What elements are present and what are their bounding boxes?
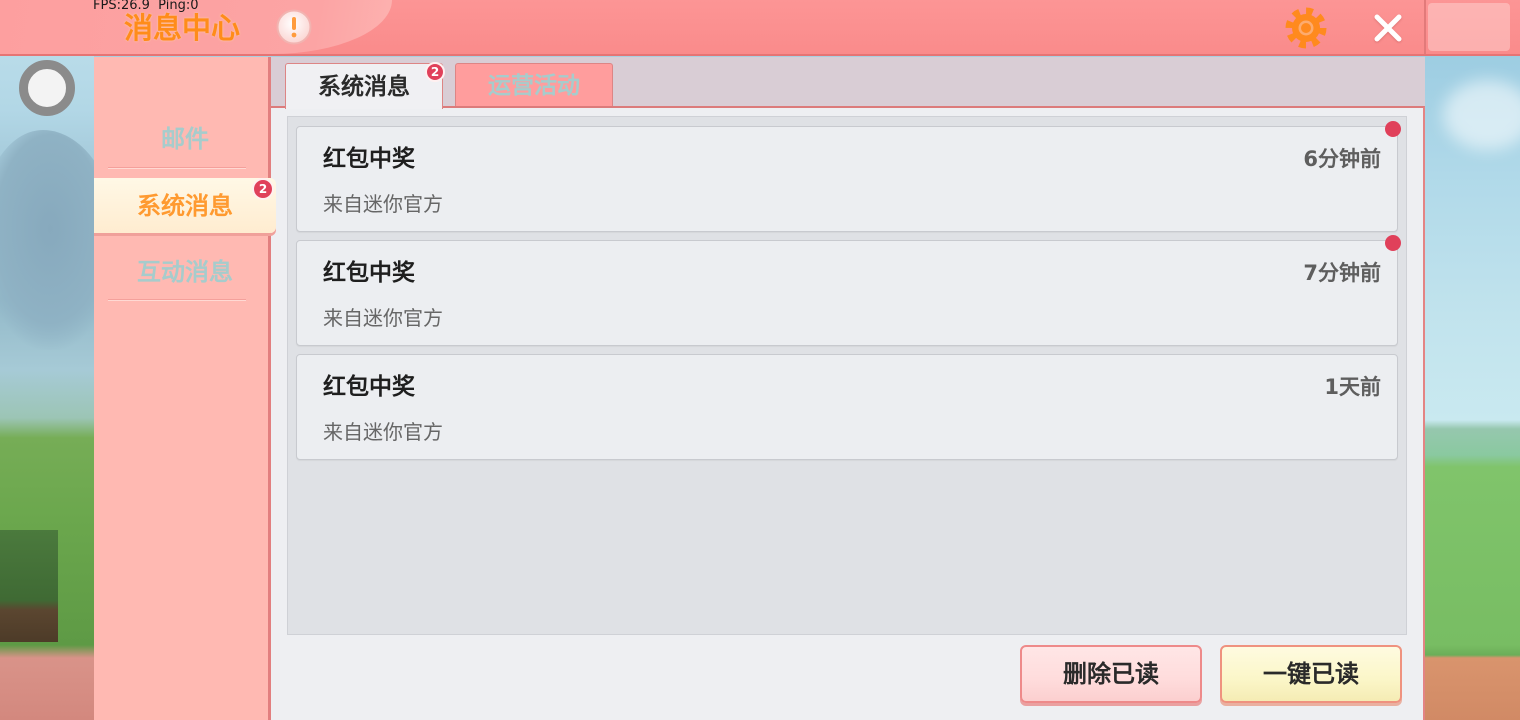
tab-label: 系统消息 bbox=[318, 73, 410, 100]
background-trees bbox=[0, 130, 94, 350]
content-area: 红包中奖 6分钟前 来自迷你官方 红包中奖 7分钟前 来自迷你官方 红包中奖 1… bbox=[271, 106, 1425, 720]
page-title: 消息中心 bbox=[124, 11, 241, 45]
close-icon[interactable] bbox=[1372, 12, 1404, 44]
unread-dot bbox=[1385, 121, 1401, 137]
delete-read-button[interactable]: 删除已读 bbox=[1020, 645, 1202, 703]
message-title: 红包中奖 bbox=[323, 146, 415, 172]
message-item[interactable]: 红包中奖 7分钟前 来自迷你官方 bbox=[296, 235, 1401, 346]
header-bar: 消息中心 bbox=[0, 0, 1520, 56]
message-panel: 系统消息 2 运营活动 红包中奖 6分钟前 来自迷你官方 红包中奖 7分钟前 来… bbox=[268, 57, 1425, 720]
tab-operations-activities[interactable]: 运营活动 bbox=[455, 63, 613, 107]
message-source: 来自迷你官方 bbox=[323, 192, 443, 216]
fps-ping-readout: FPS:26.9 Ping:0 bbox=[93, 0, 199, 13]
message-time: 1天前 bbox=[1324, 375, 1381, 399]
tab-system-messages[interactable]: 系统消息 2 bbox=[285, 62, 445, 109]
sidebar: 邮件 系统消息 2 互动消息 bbox=[94, 57, 276, 720]
unread-dot bbox=[1385, 235, 1401, 251]
unread-count-badge: 2 bbox=[252, 178, 274, 200]
sidebar-item-interactive-messages[interactable]: 互动消息 bbox=[94, 244, 276, 299]
message-title: 红包中奖 bbox=[323, 260, 415, 286]
mark-all-read-label: 一键已读 bbox=[1263, 660, 1359, 688]
message-source: 来自迷你官方 bbox=[323, 306, 443, 330]
message-item[interactable]: 红包中奖 1天前 来自迷你官方 bbox=[296, 354, 1398, 460]
sidebar-item-system-messages[interactable]: 系统消息 2 bbox=[94, 178, 276, 233]
message-time: 7分钟前 bbox=[1303, 261, 1381, 285]
game-background-right bbox=[1425, 55, 1520, 720]
sidebar-divider bbox=[108, 299, 246, 301]
header-corner-panel bbox=[1428, 3, 1510, 51]
delete-read-label: 删除已读 bbox=[1063, 660, 1159, 688]
message-title: 红包中奖 bbox=[323, 374, 415, 400]
unread-count-badge: 2 bbox=[425, 62, 445, 82]
sidebar-divider bbox=[108, 167, 246, 169]
message-time: 6分钟前 bbox=[1303, 147, 1381, 171]
background-block-tree bbox=[0, 530, 58, 642]
message-source: 来自迷你官方 bbox=[323, 420, 443, 444]
gear-icon[interactable] bbox=[1285, 7, 1327, 49]
mark-all-read-button[interactable]: 一键已读 bbox=[1220, 645, 1402, 703]
sidebar-item-label: 邮件 bbox=[161, 124, 209, 153]
sidebar-item-label: 互动消息 bbox=[137, 257, 233, 286]
tab-label: 运营活动 bbox=[488, 72, 580, 99]
message-item[interactable]: 红包中奖 6分钟前 来自迷你官方 bbox=[296, 121, 1401, 232]
header-divider bbox=[1424, 0, 1426, 54]
game-screen: 消息中心 FPS:26.9 Ping:0 邮件 系统消息 2 互动消息 系统消息… bbox=[0, 0, 1520, 720]
exclamation-icon[interactable] bbox=[276, 9, 312, 45]
ring-icon bbox=[19, 60, 75, 116]
sidebar-item-mail[interactable]: 邮件 bbox=[94, 111, 276, 166]
background-cloud bbox=[1443, 80, 1520, 150]
sidebar-item-label: 系统消息 bbox=[137, 191, 233, 220]
message-list[interactable]: 红包中奖 6分钟前 来自迷你官方 红包中奖 7分钟前 来自迷你官方 红包中奖 1… bbox=[287, 116, 1407, 635]
